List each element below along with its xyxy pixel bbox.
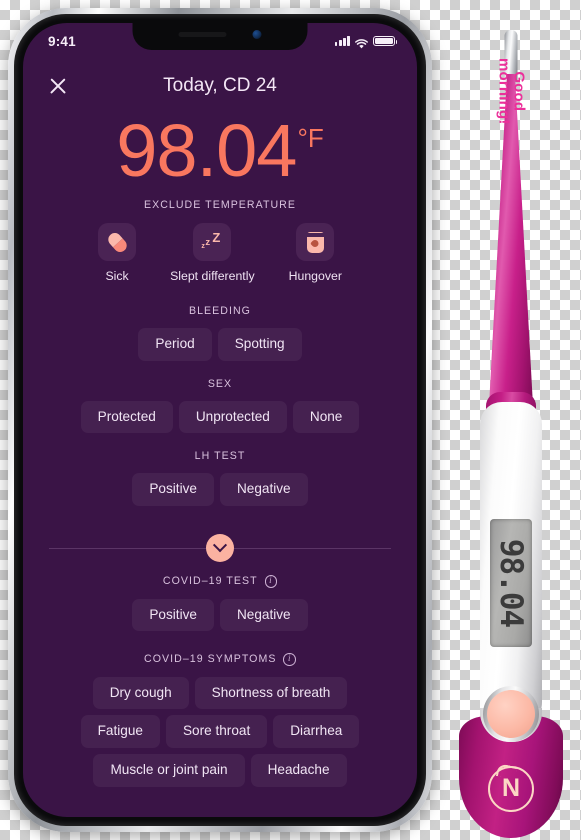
exclude-option-slept-differently[interactable]: zzZ Slept differently <box>170 223 255 283</box>
earpiece-speaker <box>178 32 227 37</box>
lh-test-option-negative[interactable]: Negative <box>219 473 308 507</box>
section-title-sex: SEX <box>207 377 233 390</box>
covid-test-options: Positive Negative <box>23 598 417 632</box>
exclude-option-label: Hungover <box>288 269 342 284</box>
phone-device: 9:41 Today, CD 24 98.04 °F EXCLUDE TEMPE… <box>8 8 432 832</box>
hungover-tile <box>296 223 335 262</box>
bleeding-option-period[interactable]: Period <box>138 328 212 361</box>
section-title-bleeding: BLEEDING <box>189 305 251 318</box>
symptom-muscle-or-joint-pain[interactable]: Muscle or joint pain <box>93 754 245 787</box>
thermometer-lcd-display: 98.04 <box>490 519 532 647</box>
thermometer-power-button[interactable] <box>483 686 539 742</box>
covid-symptom-row-2: Fatigue Sore throat Diarrhea <box>23 715 417 749</box>
exclude-temperature-options: Sick zzZ Slept differently Hungover <box>23 223 417 283</box>
close-icon[interactable] <box>45 73 71 99</box>
symptom-diarrhea[interactable]: Diarrhea <box>273 715 360 749</box>
info-icon[interactable] <box>283 653 296 666</box>
brand-logo-icon: N <box>488 766 534 812</box>
exclude-option-label: Sick <box>105 269 129 284</box>
symptom-dry-cough[interactable]: Dry cough <box>92 676 189 710</box>
bleeding-option-spotting[interactable]: Spotting <box>217 328 302 361</box>
covid-test-title-text: COVID–19 TEST <box>162 575 258 588</box>
symptom-headache[interactable]: Headache <box>250 754 347 787</box>
covid-test-option-positive[interactable]: Positive <box>132 598 214 632</box>
sex-option-none[interactable]: None <box>292 400 360 434</box>
section-title-exclude-temperature: EXCLUDE TEMPERATURE <box>143 199 296 212</box>
symptom-fatigue[interactable]: Fatigue <box>80 715 160 749</box>
temperature-unit: °F <box>297 123 324 153</box>
lh-test-option-positive[interactable]: Positive <box>132 473 214 507</box>
drink-cup-icon <box>305 231 325 253</box>
lh-test-options: Positive Negative <box>23 473 417 507</box>
exclude-option-sick[interactable]: Sick <box>98 223 137 284</box>
status-time: 9:41 <box>48 33 76 49</box>
thermometer-product-image: Good morning! 98.04 N <box>451 14 571 838</box>
battery-full-icon <box>373 35 398 47</box>
covid-symptom-row-1: Dry cough Shortness of breath <box>23 676 417 710</box>
sex-option-protected[interactable]: Protected <box>80 400 173 434</box>
wifi-icon <box>355 36 368 49</box>
slept-differently-tile: zzZ <box>193 223 232 262</box>
section-title-covid-symptoms: COVID–19 SYMPTOMS <box>23 653 417 666</box>
covid-test-option-negative[interactable]: Negative <box>219 598 308 632</box>
bleeding-options: Period Spotting <box>23 328 417 361</box>
app-header: Today, CD 24 <box>23 69 417 103</box>
temperature-value: 98.04 <box>116 109 297 192</box>
status-icons <box>334 35 398 49</box>
thermometer-lcd-value: 98.04 <box>493 538 530 628</box>
section-title-covid-test: COVID–19 TEST <box>23 575 417 588</box>
section-divider <box>23 534 417 563</box>
exclude-option-hungover[interactable]: Hungover <box>289 223 342 283</box>
sleep-zzz-icon: zzZ <box>201 230 221 251</box>
thermometer-greeting-text: Good morning! <box>495 58 528 125</box>
sex-options: Protected Unprotected None <box>23 400 417 434</box>
brand-logo-letter: N <box>501 773 521 802</box>
temperature-display: 98.04 °F <box>23 109 417 192</box>
pill-icon <box>102 227 132 257</box>
page-title: Today, CD 24 <box>163 75 277 96</box>
symptom-shortness-of-breath[interactable]: Shortness of breath <box>194 676 348 710</box>
section-title-lh-test: LH TEST <box>194 450 246 463</box>
front-camera-icon <box>252 30 262 39</box>
exclude-option-label: Slept differently <box>170 269 255 284</box>
phone-bezel: 9:41 Today, CD 24 98.04 °F EXCLUDE TEMPE… <box>14 14 426 826</box>
sex-option-unprotected[interactable]: Unprotected <box>178 400 287 434</box>
covid-symptom-row-3: Muscle or joint pain Headache <box>23 754 417 787</box>
phone-screen: 9:41 Today, CD 24 98.04 °F EXCLUDE TEMPE… <box>23 23 417 817</box>
covid-symptoms-title-text: COVID–19 SYMPTOMS <box>144 653 277 666</box>
phone-notch <box>132 23 308 50</box>
cellular-bars-icon <box>334 36 350 47</box>
symptom-sore-throat[interactable]: Sore throat <box>165 715 268 749</box>
chevron-down-icon[interactable] <box>206 534 234 563</box>
sick-tile <box>98 223 137 262</box>
info-icon[interactable] <box>264 575 278 588</box>
